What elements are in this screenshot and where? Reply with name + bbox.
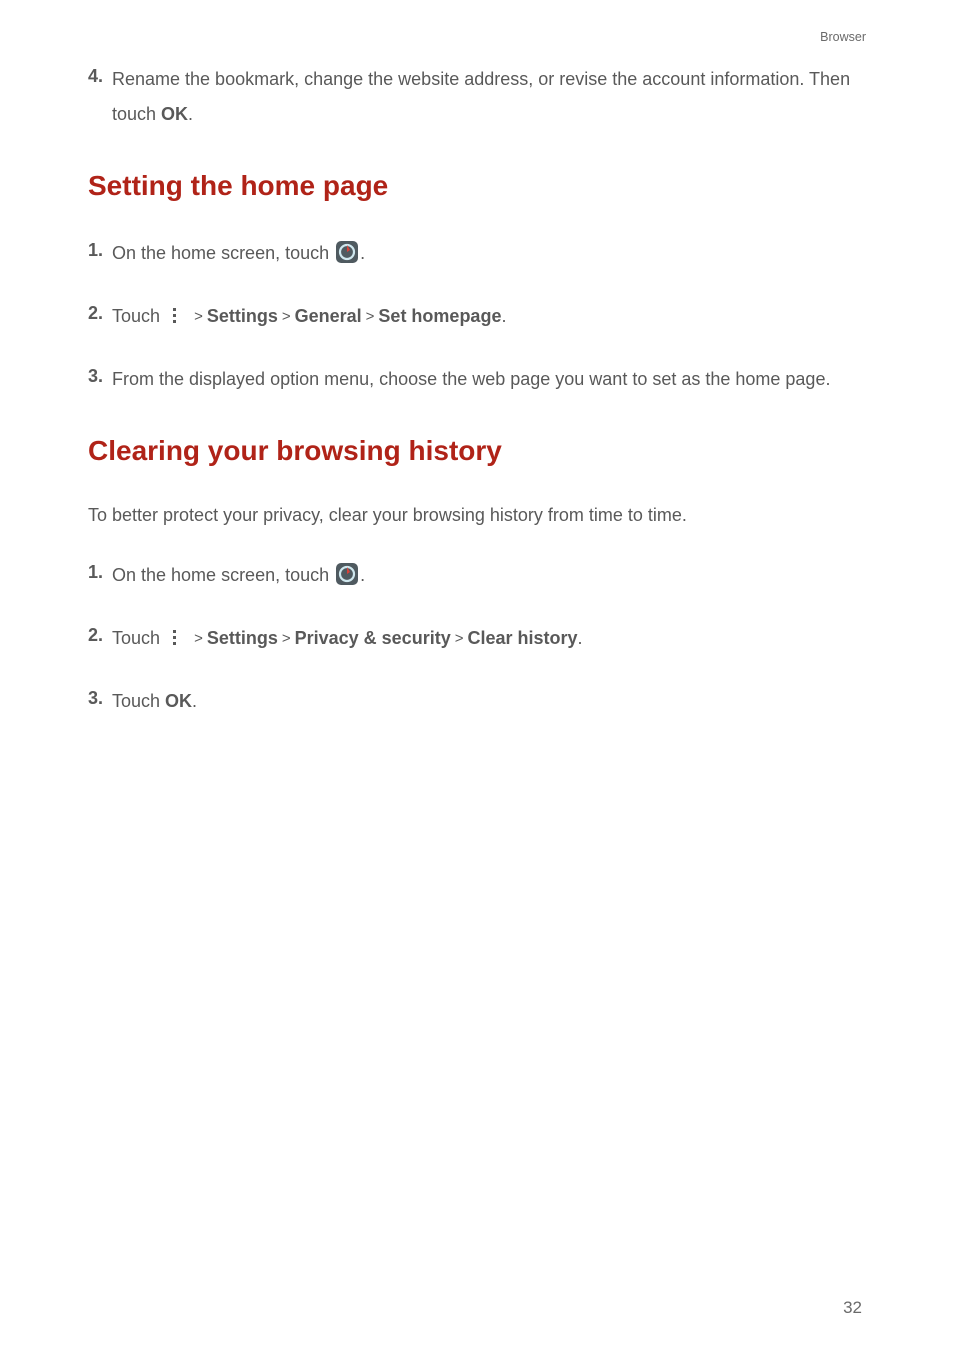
- step-number: 3.: [88, 684, 112, 713]
- clear-history-label: Clear history: [467, 628, 577, 648]
- browser-icon: [336, 240, 358, 275]
- chevron-right-icon: >: [451, 624, 468, 653]
- step-text: From the displayed option menu, choose t…: [112, 362, 866, 397]
- chevron-right-icon: >: [362, 302, 379, 331]
- step-text: Rename the bookmark, change the website …: [112, 62, 866, 132]
- ok-label: OK: [161, 104, 188, 124]
- step-number: 1.: [88, 236, 112, 265]
- text-part: On the home screen, touch: [112, 243, 334, 263]
- text-part: Touch: [112, 628, 165, 648]
- period: .: [192, 691, 197, 711]
- privacy-security-label: Privacy & security: [295, 628, 451, 648]
- step-number: 1.: [88, 558, 112, 587]
- header-section-label: Browser: [88, 30, 866, 44]
- set-homepage-label: Set homepage: [378, 306, 501, 326]
- step-text: On the home screen, touch .: [112, 236, 866, 275]
- clear-step-2: 2. Touch >Settings>Privacy & security>Cl…: [88, 621, 866, 660]
- step-number: 2.: [88, 299, 112, 328]
- clear-step-3: 3. Touch OK.: [88, 684, 866, 719]
- step-number: 2.: [88, 621, 112, 650]
- period: .: [578, 628, 583, 648]
- text-part: Rename the bookmark, change the website …: [112, 69, 850, 124]
- step-number: 4.: [88, 62, 112, 91]
- chevron-right-icon: >: [190, 624, 207, 653]
- heading-clearing-history: Clearing your browsing history: [88, 435, 866, 467]
- step-text: Touch >Settings>General>Set homepage.: [112, 299, 866, 338]
- homepage-step-2: 2. Touch >Settings>General>Set homepage.: [88, 299, 866, 338]
- period: .: [360, 243, 365, 263]
- text-part: On the home screen, touch: [112, 565, 334, 585]
- chevron-right-icon: >: [278, 302, 295, 331]
- step-text: Touch OK.: [112, 684, 866, 719]
- ok-label: OK: [165, 691, 192, 711]
- period: .: [501, 306, 506, 326]
- homepage-step-3: 3. From the displayed option menu, choos…: [88, 362, 866, 397]
- general-label: General: [295, 306, 362, 326]
- period: .: [188, 104, 193, 124]
- browser-icon: [336, 562, 358, 597]
- chevron-right-icon: >: [190, 302, 207, 331]
- step-text: On the home screen, touch .: [112, 558, 866, 597]
- step-number: 3.: [88, 362, 112, 391]
- text-part: Touch: [112, 691, 165, 711]
- overflow-menu-icon: [167, 303, 183, 338]
- chevron-right-icon: >: [278, 624, 295, 653]
- settings-label: Settings: [207, 628, 278, 648]
- page-number: 32: [843, 1298, 862, 1318]
- overflow-menu-icon: [167, 625, 183, 660]
- settings-label: Settings: [207, 306, 278, 326]
- homepage-step-1: 1. On the home screen, touch .: [88, 236, 866, 275]
- period: .: [360, 565, 365, 585]
- clear-step-1: 1. On the home screen, touch .: [88, 558, 866, 597]
- page-body: Browser 4. Rename the bookmark, change t…: [0, 0, 954, 720]
- prev-step-4: 4. Rename the bookmark, change the websi…: [88, 62, 866, 132]
- step-text: Touch >Settings>Privacy & security>Clear…: [112, 621, 866, 660]
- clear-history-intro: To better protect your privacy, clear yo…: [88, 501, 866, 530]
- text-part: Touch: [112, 306, 165, 326]
- heading-setting-home-page: Setting the home page: [88, 170, 866, 202]
